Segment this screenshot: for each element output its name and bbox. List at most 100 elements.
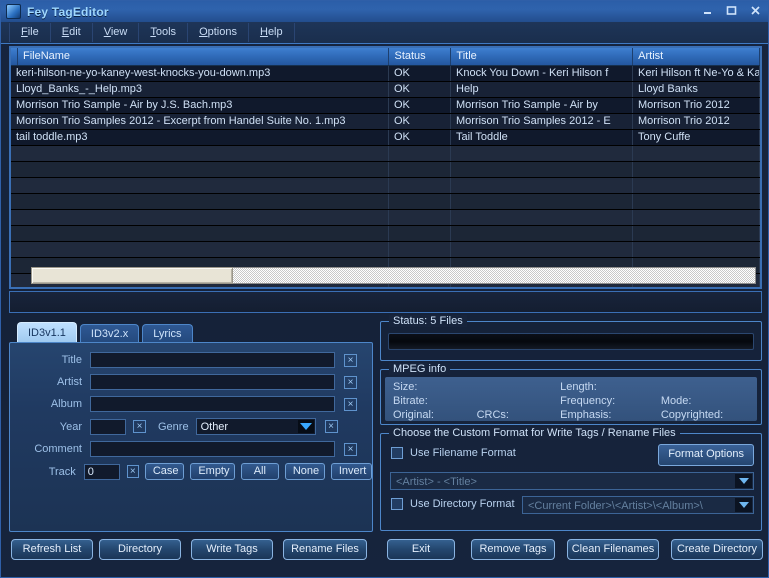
table-row[interactable] (11, 242, 760, 258)
table-row[interactable] (11, 210, 760, 226)
chevron-down-icon[interactable] (297, 420, 314, 433)
clear-comment-icon[interactable]: × (344, 442, 357, 456)
rename-files-button[interactable]: Rename Files (283, 539, 367, 560)
cell-status (389, 146, 451, 161)
year-input[interactable] (90, 418, 126, 435)
cell-status: OK (389, 82, 451, 97)
menu-item-help[interactable]: Help (249, 23, 295, 42)
all-button[interactable]: All (240, 463, 279, 480)
mpeg-info-group: MPEG info Size: Length: Bitrate: Frequen… (380, 363, 762, 425)
maximize-icon[interactable] (723, 3, 740, 18)
chevron-down-icon[interactable] (735, 498, 752, 512)
table-row[interactable]: keri-hilson-ne-yo-kaney-west-knocks-you-… (11, 66, 760, 82)
clean-filenames-button[interactable]: Clean Filenames (567, 539, 659, 560)
format-options-button[interactable]: Format Options (658, 444, 754, 466)
column-header-status[interactable]: Status (389, 48, 452, 65)
table-row[interactable] (11, 194, 760, 210)
write-tags-button[interactable]: Write Tags (191, 539, 273, 560)
use-filename-format-row[interactable]: Use Filename Format (391, 447, 516, 459)
mpeg-mode-label: Mode: (660, 395, 692, 407)
cell-title: Help (451, 82, 633, 97)
tab-id3v2[interactable]: ID3v2.x (79, 324, 140, 343)
artist-input[interactable] (90, 374, 335, 390)
cell-artist (633, 226, 760, 241)
clear-artist-icon[interactable]: × (344, 375, 357, 389)
title-input[interactable] (90, 352, 335, 368)
cell-title (451, 162, 633, 177)
clear-track-icon[interactable]: × (126, 465, 139, 478)
hscrollbar-thumb[interactable] (31, 267, 233, 284)
cell-status: OK (389, 98, 451, 113)
tab-id3v1[interactable]: ID3v1.1 (17, 322, 77, 343)
menu-item-options[interactable]: Options (188, 23, 249, 42)
table-row[interactable] (11, 162, 760, 178)
invert-button[interactable]: Invert (330, 463, 372, 480)
cell-status (389, 226, 451, 241)
cell-title (451, 226, 633, 241)
mpeg-group-legend: MPEG info (389, 363, 451, 375)
track-input[interactable] (83, 463, 120, 480)
menu-item-edit[interactable]: Edit (51, 23, 93, 42)
cell-status (389, 210, 451, 225)
use-directory-format-row[interactable]: Use Directory Format (391, 498, 515, 510)
cell-artist: Keri Hilson ft Ne-Yo & Kan (633, 66, 760, 81)
table-row[interactable]: Morrison Trio Sample - Air by J.S. Bach.… (11, 98, 760, 114)
table-row[interactable] (11, 226, 760, 242)
cell-status: OK (389, 66, 451, 81)
menu-item-file[interactable]: File (9, 23, 51, 42)
album-input[interactable] (90, 396, 335, 412)
directory-button[interactable]: Directory (99, 539, 181, 560)
file-list-rows: keri-hilson-ne-yo-kaney-west-knocks-you-… (11, 66, 760, 287)
table-row[interactable]: Morrison Trio Samples 2012 - Excerpt fro… (11, 114, 760, 130)
filename-format-select[interactable]: <Artist> - <Title> (390, 472, 754, 490)
cell-title: Tail Toddle (451, 130, 633, 145)
table-row[interactable] (11, 178, 760, 194)
case-button[interactable]: Case (144, 463, 185, 480)
app-icon (6, 4, 21, 19)
use-filename-format-checkbox[interactable] (391, 447, 403, 459)
status-group: Status: 5 Files (380, 315, 762, 361)
column-header-artist[interactable]: Artist (633, 48, 760, 65)
status-group-legend: Status: 5 Files (389, 315, 467, 327)
create-directory-button[interactable]: Create Directory (671, 539, 763, 560)
column-header-title[interactable]: Title (451, 48, 634, 65)
clear-genre-icon[interactable]: × (324, 420, 338, 433)
file-list-hscrollbar[interactable] (9, 265, 762, 284)
chevron-down-icon[interactable] (735, 474, 752, 488)
table-row[interactable] (11, 146, 760, 162)
column-grip[interactable] (11, 48, 18, 65)
file-list[interactable]: FileName Status Title Artist keri-hilson… (9, 46, 762, 289)
file-list-header: FileName Status Title Artist (11, 48, 760, 66)
remove-tags-button[interactable]: Remove Tags (471, 539, 555, 560)
year-label: Year (59, 420, 82, 433)
comment-input[interactable] (90, 441, 335, 457)
genre-select[interactable]: Other (195, 418, 316, 435)
mpeg-bitrate-label: Bitrate: (393, 395, 428, 407)
cell-artist (633, 178, 760, 193)
refresh-list-button[interactable]: Refresh List (11, 539, 93, 560)
cell-title (451, 146, 633, 161)
menu-item-view[interactable]: View (93, 23, 140, 42)
artist-label: Artist (56, 376, 82, 388)
mpeg-length-label: Length: (560, 381, 597, 393)
cell-filename: tail toddle.mp3 (11, 130, 389, 145)
use-filename-format-label: Use Filename Format (410, 447, 516, 459)
cell-filename (11, 146, 389, 161)
use-directory-format-checkbox[interactable] (391, 498, 403, 510)
tab-lyrics[interactable]: Lyrics (142, 324, 193, 343)
close-icon[interactable] (747, 3, 764, 18)
none-button[interactable]: None (284, 463, 325, 480)
minimize-icon[interactable] (699, 3, 716, 18)
clear-year-icon[interactable]: × (133, 420, 146, 433)
exit-button[interactable]: Exit (387, 539, 455, 560)
table-row[interactable]: Lloyd_Banks_-_Help.mp3 OK Help Lloyd Banks (11, 82, 760, 98)
mpeg-row-2: Bitrate: Frequency: Mode: (385, 394, 757, 408)
empty-button[interactable]: Empty (190, 463, 235, 480)
directory-format-select[interactable]: <Current Folder>\<Artist>\<Album>\ (522, 496, 754, 514)
filename-format-value: <Artist> - <Title> (396, 476, 477, 488)
column-header-filename[interactable]: FileName (18, 48, 390, 65)
table-row[interactable]: tail toddle.mp3 OK Tail Toddle Tony Cuffe (11, 130, 760, 146)
clear-album-icon[interactable]: × (344, 397, 357, 411)
clear-title-icon[interactable]: × (344, 353, 357, 367)
menu-item-tools[interactable]: Tools (139, 23, 189, 42)
